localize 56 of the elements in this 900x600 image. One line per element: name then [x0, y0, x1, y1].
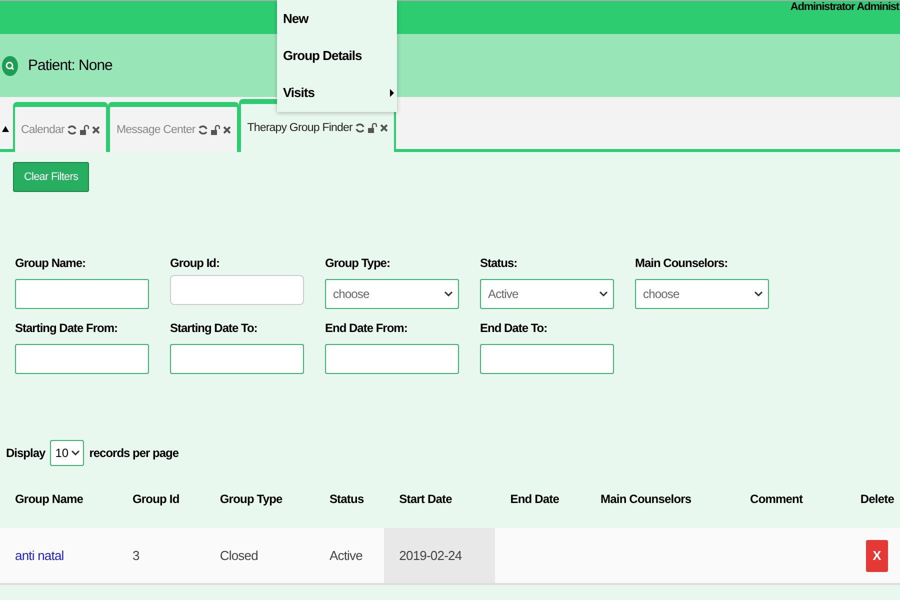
menu-item[interactable]: New — [277, 0, 397, 37]
column-header[interactable]: Group Type — [204, 484, 314, 528]
table-cell: Active — [314, 528, 384, 584]
column-header[interactable]: Main Counselors — [586, 484, 736, 528]
filter-label: Status: — [480, 256, 518, 270]
input-field[interactable] — [170, 275, 304, 305]
chevron-down-icon — [599, 291, 608, 297]
search-icon[interactable] — [2, 56, 18, 76]
input-field[interactable] — [15, 344, 149, 374]
filter-label: End Date To: — [480, 321, 548, 335]
table-cell: 3 — [117, 528, 205, 584]
filter-label: Group Id: — [170, 256, 220, 270]
refresh-icon[interactable] — [67, 124, 78, 134]
refresh-icon[interactable] — [355, 123, 366, 133]
select-field[interactable]: Active — [480, 279, 614, 309]
column-header[interactable]: Start Date — [384, 484, 496, 528]
column-header[interactable]: End Date — [495, 484, 586, 528]
chevron-down-icon — [754, 291, 763, 297]
input-field[interactable] — [15, 279, 149, 309]
input-field[interactable] — [170, 344, 304, 374]
chevron-down-icon — [444, 291, 453, 297]
filter-label: Starting Date From: — [15, 321, 119, 335]
table-cell: Closed — [204, 528, 314, 584]
close-icon[interactable] — [92, 126, 100, 134]
page-size-select[interactable]: 10 — [50, 440, 84, 466]
close-icon[interactable] — [223, 126, 232, 134]
records-per-page-label: records per page — [89, 446, 179, 460]
delete-button[interactable]: X — [866, 540, 888, 572]
caret-right-icon — [390, 88, 394, 96]
column-header[interactable]: Delete — [830, 484, 900, 528]
select-field[interactable]: choose — [635, 279, 769, 309]
refresh-icon[interactable] — [198, 124, 208, 134]
menu-item[interactable]: Group Details — [277, 37, 397, 74]
unlock-icon[interactable] — [211, 124, 220, 134]
filter-label: Starting Date To: — [170, 321, 258, 335]
user-name: Administrator Administ — [790, 1, 899, 13]
select-field[interactable]: choose — [325, 279, 459, 309]
filter-label: End Date From: — [325, 321, 408, 335]
filter-label: Group Type: — [325, 256, 391, 270]
column-header[interactable]: Comment — [735, 484, 831, 528]
patient-label: Patient: None — [28, 57, 112, 74]
input-field[interactable] — [480, 344, 614, 374]
caret-up-icon[interactable] — [2, 126, 9, 132]
display-label: Display — [6, 446, 46, 460]
column-header[interactable]: Status — [314, 484, 384, 528]
input-field[interactable] — [325, 344, 459, 374]
unlock-icon[interactable] — [368, 123, 378, 133]
filter-label: Group Name: — [15, 256, 87, 270]
table-cell: 2019-02-24 — [384, 528, 496, 584]
column-header[interactable]: Group Id — [117, 484, 205, 528]
unlock-icon[interactable] — [80, 124, 90, 134]
group-link[interactable]: anti natal — [15, 548, 64, 563]
chevron-down-icon — [71, 450, 80, 456]
filter-label: Main Counselors: — [635, 256, 729, 270]
column-header[interactable]: Group Name — [0, 484, 118, 528]
close-icon[interactable] — [380, 124, 388, 132]
